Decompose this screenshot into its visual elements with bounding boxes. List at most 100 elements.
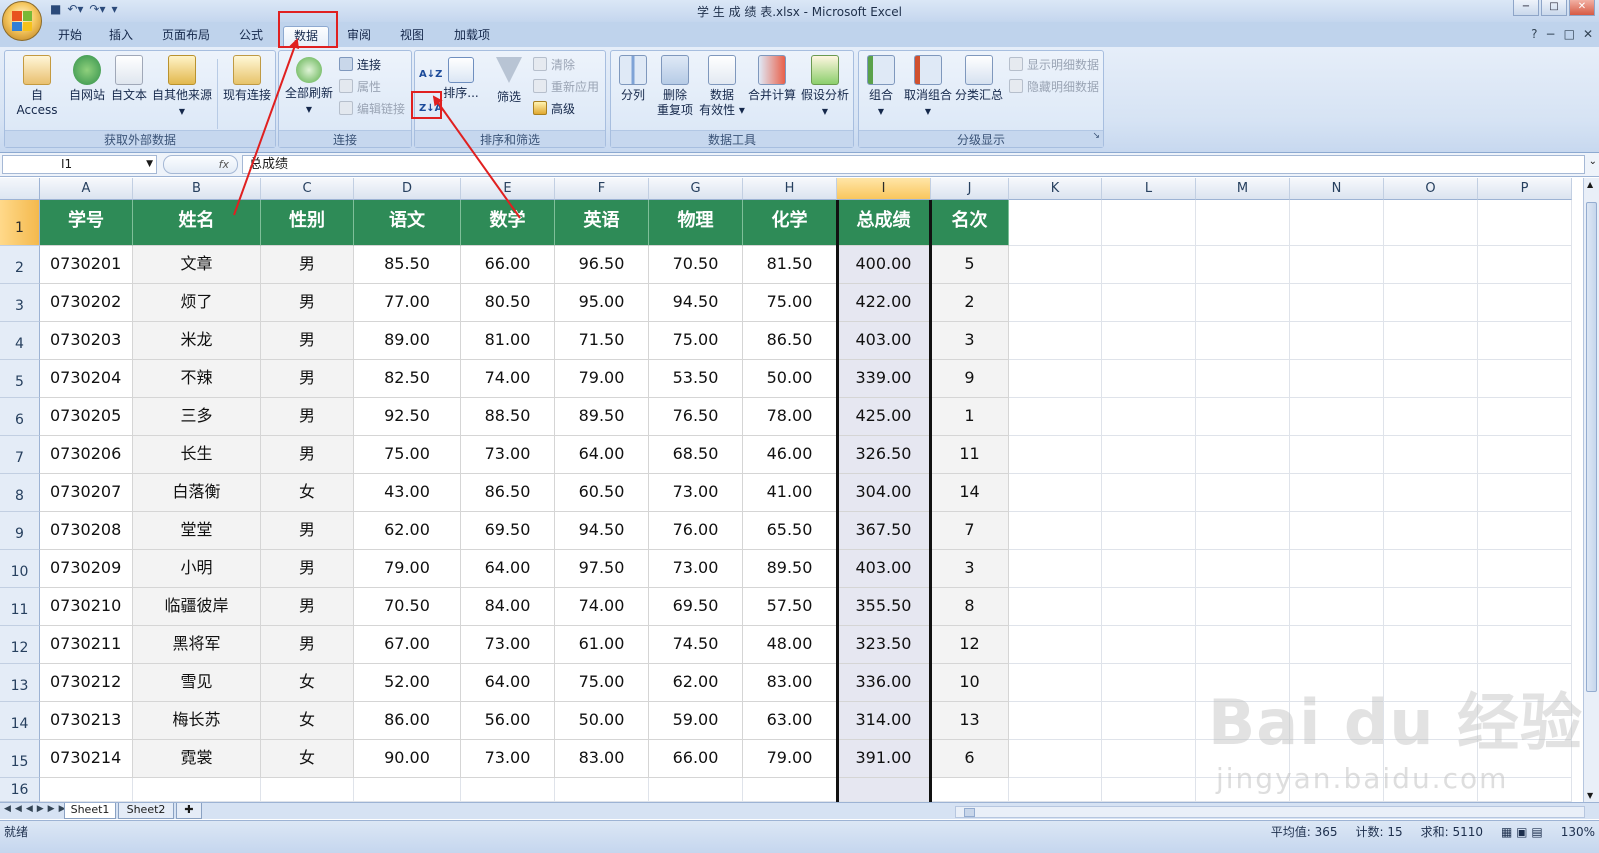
empty-cell[interactable] — [1102, 512, 1196, 550]
empty-cell[interactable] — [1102, 360, 1196, 398]
table-cell[interactable]: 97.50 — [555, 550, 649, 588]
table-cell[interactable]: 女 — [261, 474, 354, 512]
table-cell[interactable]: 白落衡 — [133, 474, 261, 512]
empty-cell[interactable] — [1102, 702, 1196, 740]
table-cell[interactable]: 男 — [261, 626, 354, 664]
office-button[interactable] — [2, 1, 42, 41]
subtotal-button[interactable]: 分类汇总 — [955, 55, 1003, 103]
vertical-scrollbar[interactable]: ▲ ▼ — [1583, 178, 1599, 802]
table-header-cell[interactable]: 性别 — [261, 200, 354, 246]
maximize-button[interactable]: □ — [1541, 0, 1567, 16]
table-header-cell[interactable]: 数学 — [461, 200, 555, 246]
empty-cell[interactable] — [133, 778, 261, 802]
empty-cell[interactable] — [1102, 398, 1196, 436]
empty-cell[interactable] — [1102, 200, 1196, 246]
empty-cell[interactable] — [261, 778, 354, 802]
table-cell[interactable]: 14 — [931, 474, 1009, 512]
table-header-cell[interactable]: 英语 — [555, 200, 649, 246]
table-cell[interactable]: 0730210 — [40, 588, 133, 626]
table-cell[interactable]: 86.50 — [461, 474, 555, 512]
table-cell[interactable]: 86.50 — [743, 322, 837, 360]
empty-cell[interactable] — [1102, 778, 1196, 802]
table-header-cell[interactable]: 学号 — [40, 200, 133, 246]
empty-cell[interactable] — [1102, 626, 1196, 664]
empty-cell[interactable] — [1196, 200, 1290, 246]
table-cell[interactable]: 41.00 — [743, 474, 837, 512]
table-cell[interactable]: 50.00 — [555, 702, 649, 740]
table-cell[interactable]: 女 — [261, 740, 354, 778]
table-cell[interactable]: 48.00 — [743, 626, 837, 664]
tab-formulas[interactable]: 公式 — [236, 26, 266, 47]
column-header-e[interactable]: E — [461, 178, 555, 200]
table-cell[interactable]: 0730212 — [40, 664, 133, 702]
column-header-h[interactable]: H — [743, 178, 837, 200]
row-header-16[interactable]: 16 — [0, 778, 40, 802]
column-header-l[interactable]: L — [1102, 178, 1196, 200]
empty-cell[interactable] — [1009, 512, 1102, 550]
table-cell[interactable]: 6 — [931, 740, 1009, 778]
empty-cell[interactable] — [1384, 284, 1478, 322]
empty-cell[interactable] — [1384, 512, 1478, 550]
table-cell[interactable]: 米龙 — [133, 322, 261, 360]
empty-cell[interactable] — [1478, 512, 1572, 550]
column-header-j[interactable]: J — [931, 178, 1009, 200]
table-cell[interactable]: 男 — [261, 398, 354, 436]
empty-cell[interactable] — [1290, 626, 1384, 664]
table-cell[interactable]: 女 — [261, 664, 354, 702]
table-cell[interactable]: 53.50 — [649, 360, 743, 398]
table-cell[interactable]: 95.00 — [555, 284, 649, 322]
table-cell[interactable]: 326.50 — [837, 436, 931, 474]
table-header-cell[interactable]: 名次 — [931, 200, 1009, 246]
empty-cell[interactable] — [1290, 398, 1384, 436]
table-cell[interactable]: 367.50 — [837, 512, 931, 550]
tab-home[interactable]: 开始 — [55, 26, 85, 47]
table-cell[interactable]: 5 — [931, 246, 1009, 284]
table-cell[interactable]: 304.00 — [837, 474, 931, 512]
table-cell[interactable]: 7 — [931, 512, 1009, 550]
empty-cell[interactable] — [1384, 246, 1478, 284]
table-cell[interactable]: 94.50 — [649, 284, 743, 322]
sheet-tab-sheet1[interactable]: Sheet1 — [64, 803, 116, 819]
table-cell[interactable]: 79.00 — [555, 360, 649, 398]
table-cell[interactable]: 88.50 — [461, 398, 555, 436]
column-header-c[interactable]: C — [261, 178, 354, 200]
tab-insert[interactable]: 插入 — [106, 26, 136, 47]
row-header-7[interactable]: 7 — [0, 436, 40, 474]
table-cell[interactable]: 0730201 — [40, 246, 133, 284]
table-cell[interactable]: 46.00 — [743, 436, 837, 474]
table-cell[interactable]: 74.00 — [461, 360, 555, 398]
table-cell[interactable]: 12 — [931, 626, 1009, 664]
table-cell[interactable]: 355.50 — [837, 588, 931, 626]
table-cell[interactable]: 85.50 — [354, 246, 461, 284]
table-header-cell[interactable]: 物理 — [649, 200, 743, 246]
empty-cell[interactable] — [1196, 512, 1290, 550]
table-cell[interactable]: 66.00 — [649, 740, 743, 778]
table-cell[interactable]: 73.00 — [461, 626, 555, 664]
empty-cell[interactable] — [1009, 474, 1102, 512]
table-cell[interactable]: 336.00 — [837, 664, 931, 702]
help-icon[interactable]: ? — [1531, 27, 1537, 41]
zoom-level[interactable]: 130% — [1561, 825, 1595, 839]
empty-cell[interactable] — [1196, 246, 1290, 284]
empty-cell[interactable] — [1009, 200, 1102, 246]
table-cell[interactable]: 43.00 — [354, 474, 461, 512]
column-header-p[interactable]: P — [1478, 178, 1572, 200]
column-header-o[interactable]: O — [1384, 178, 1478, 200]
chevron-down-icon[interactable]: ▼ — [146, 156, 153, 173]
empty-cell[interactable] — [1478, 626, 1572, 664]
empty-cell[interactable] — [1478, 322, 1572, 360]
column-header-i[interactable]: I — [837, 178, 931, 200]
table-cell[interactable]: 71.50 — [555, 322, 649, 360]
table-cell[interactable]: 13 — [931, 702, 1009, 740]
table-cell[interactable]: 0730214 — [40, 740, 133, 778]
empty-cell[interactable] — [1102, 588, 1196, 626]
empty-cell[interactable] — [1196, 474, 1290, 512]
empty-cell[interactable] — [1009, 398, 1102, 436]
table-cell[interactable]: 3 — [931, 322, 1009, 360]
empty-cell[interactable] — [1009, 322, 1102, 360]
table-cell[interactable]: 82.50 — [354, 360, 461, 398]
formula-input[interactable]: 总成绩 — [242, 155, 1585, 174]
close-button[interactable]: ✕ — [1569, 0, 1595, 16]
empty-cell[interactable] — [1102, 664, 1196, 702]
column-header-b[interactable]: B — [133, 178, 261, 200]
